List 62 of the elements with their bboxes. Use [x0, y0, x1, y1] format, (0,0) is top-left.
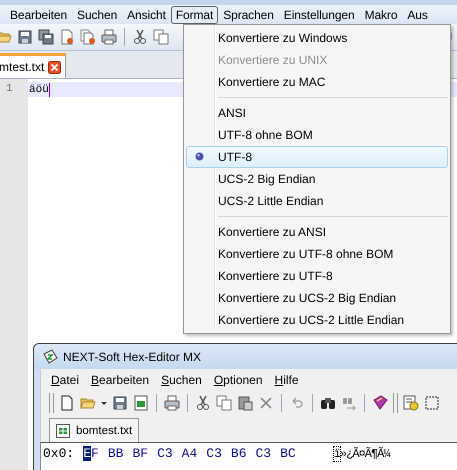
floppy-disks-icon[interactable]	[38, 29, 54, 45]
menu-item[interactable]: UTF-8 ohne BOM	[186, 124, 448, 146]
copy-icon[interactable]	[153, 29, 169, 45]
documents-icon[interactable]	[80, 29, 96, 45]
menu-item[interactable]: Konvertiere zu UTF-8	[186, 265, 448, 287]
menu-item[interactable]: Optionen	[214, 372, 263, 386]
file-tab[interactable]: mtest.txt	[0, 53, 66, 78]
menu-item[interactable]: Konvertiere zu MAC	[186, 71, 448, 93]
hex-byte: BB	[108, 446, 124, 461]
printer-icon[interactable]	[101, 29, 117, 45]
menu-item[interactable]: Makro	[360, 6, 402, 24]
menu-item[interactable]: UCS-2 Little Endian	[186, 190, 448, 212]
menu-item[interactable]: Konvertiere zu UCS-2 Big Endian	[186, 287, 448, 309]
menu-item[interactable]: Suchen	[161, 372, 202, 386]
properties-icon[interactable]	[403, 395, 419, 411]
hex-byte: B6	[230, 446, 246, 461]
selection-icon[interactable]	[424, 395, 440, 411]
code-text: äöü	[29, 84, 49, 96]
delete-icon[interactable]	[258, 395, 274, 411]
menu-item[interactable]: Konvertiere zu Windows	[186, 27, 448, 49]
hex-byte: EF	[83, 446, 99, 461]
spreadsheet-document-icon	[56, 424, 70, 438]
menu-item[interactable]: Bearbeiten	[5, 6, 72, 24]
menu-item[interactable]: Aus	[402, 6, 433, 24]
line-number: 1	[5, 83, 14, 95]
menu-item[interactable]: ANSI	[186, 102, 448, 124]
new-document-icon[interactable]	[59, 395, 75, 411]
document-icon[interactable]	[59, 29, 75, 45]
menu-item[interactable]: Konvertiere zu UTF-8 ohne BOM	[186, 243, 448, 265]
window-title: NEXT-Soft Hex-Editor MX	[63, 350, 202, 364]
hex-byte: BC	[280, 446, 296, 461]
menu-item[interactable]: Datei	[51, 372, 80, 386]
radio-bullet-icon	[195, 152, 204, 161]
menu-item[interactable]: Konvertiere zu UCS-2 Little Endian	[186, 309, 448, 331]
app-icon	[42, 348, 58, 364]
menu-item[interactable]: Einstellungen	[278, 6, 360, 24]
offset-label: 0x0:	[43, 446, 74, 461]
menu-item[interactable]: Hilfe	[274, 372, 299, 386]
hex-byte: C3	[157, 446, 173, 461]
menu-item[interactable]: Ansicht	[122, 6, 171, 24]
copy-icon[interactable]	[216, 395, 232, 411]
ascii-text: ï»¿Ã¤Ã¶Ã¼	[334, 446, 390, 460]
menu-item[interactable]: Format	[170, 6, 218, 24]
hex-byte: C3	[206, 446, 222, 461]
hex-byte: C3	[256, 446, 272, 461]
cut-icon[interactable]	[132, 29, 148, 45]
menu-item[interactable]: Suchen	[72, 6, 122, 24]
paste-icon[interactable]	[237, 395, 253, 411]
menu-item[interactable]: Sprachen	[218, 6, 279, 24]
menu-item[interactable]: UTF-8	[186, 146, 448, 168]
printer-icon[interactable]	[164, 395, 180, 411]
menu-item[interactable]: Konvertiere zu ANSI	[186, 221, 448, 243]
book-icon[interactable]	[372, 395, 388, 411]
close-icon[interactable]	[48, 60, 62, 74]
file-tab[interactable]: bomtest.txt	[49, 418, 140, 442]
menu-item[interactable]: UCS-2 Big Endian	[186, 168, 448, 190]
spreadsheet-document-icon[interactable]	[133, 395, 149, 411]
binoculars-icon[interactable]	[320, 395, 336, 411]
hex-byte: BF	[132, 446, 148, 461]
hex-byte: A4	[182, 446, 198, 461]
cut-icon[interactable]	[195, 395, 211, 411]
menu-item[interactable]: Bearbeiten	[91, 372, 150, 386]
